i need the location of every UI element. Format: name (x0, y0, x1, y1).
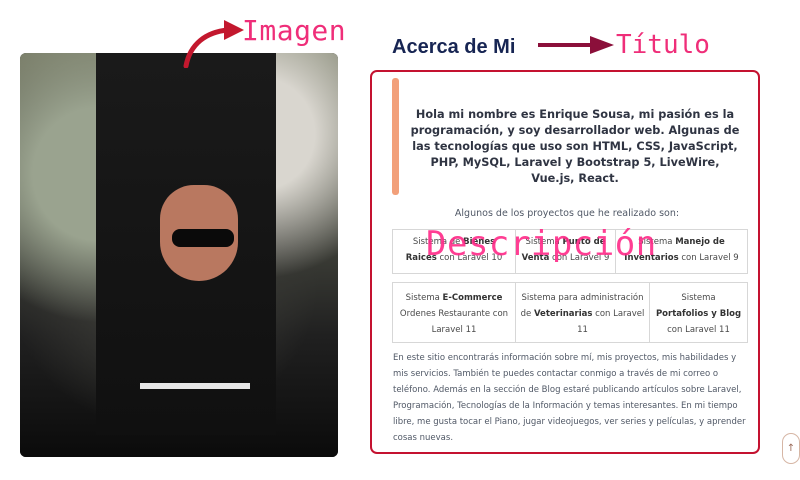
photo-sunglasses (172, 229, 234, 247)
intro-text: Hola mi nombre es Enrique Sousa, mi pasi… (410, 108, 740, 185)
project-name: Veterinarias (533, 309, 593, 319)
annotation-title-label: Título (616, 30, 710, 60)
annotation-description-label: Descripción (426, 224, 657, 264)
project-suffix: Ordenes Restaurante con Laravel 11 (399, 309, 509, 335)
project-prefix: Sistema (405, 293, 443, 303)
project-card-portafolios: Sistema Portafolios y Blog con Laravel 1… (649, 282, 748, 343)
projects-caption: Algunos de los proyectos que he realizad… (454, 208, 680, 219)
annotation-image-label: Imagen (242, 14, 347, 47)
photo-shirt-art (140, 343, 250, 389)
project-card-ecommerce: Sistema E-Commerce Ordenes Restaurante c… (392, 282, 516, 343)
annotation-image-arrow-icon (183, 20, 244, 68)
project-name: E-Commerce (442, 293, 503, 303)
project-suffix: con Laravel 11 (667, 325, 730, 335)
intro-accent-bar (392, 78, 399, 195)
annotation-title-arrow-icon (538, 36, 614, 54)
project-prefix: Sistema (681, 293, 716, 303)
about-description: En este sitio encontrarás información so… (393, 353, 746, 443)
page-title: Acerca de Mi (392, 36, 516, 58)
profile-photo (20, 53, 338, 457)
project-suffix: con Laravel 9 (678, 253, 739, 263)
arrow-up-icon: ↑ (786, 443, 796, 454)
project-name: Portafolios y Blog (655, 309, 742, 319)
scroll-to-top-button[interactable]: ↑ (782, 433, 800, 464)
project-card-veterinarias: Sistema para administración de Veterinar… (515, 282, 650, 343)
